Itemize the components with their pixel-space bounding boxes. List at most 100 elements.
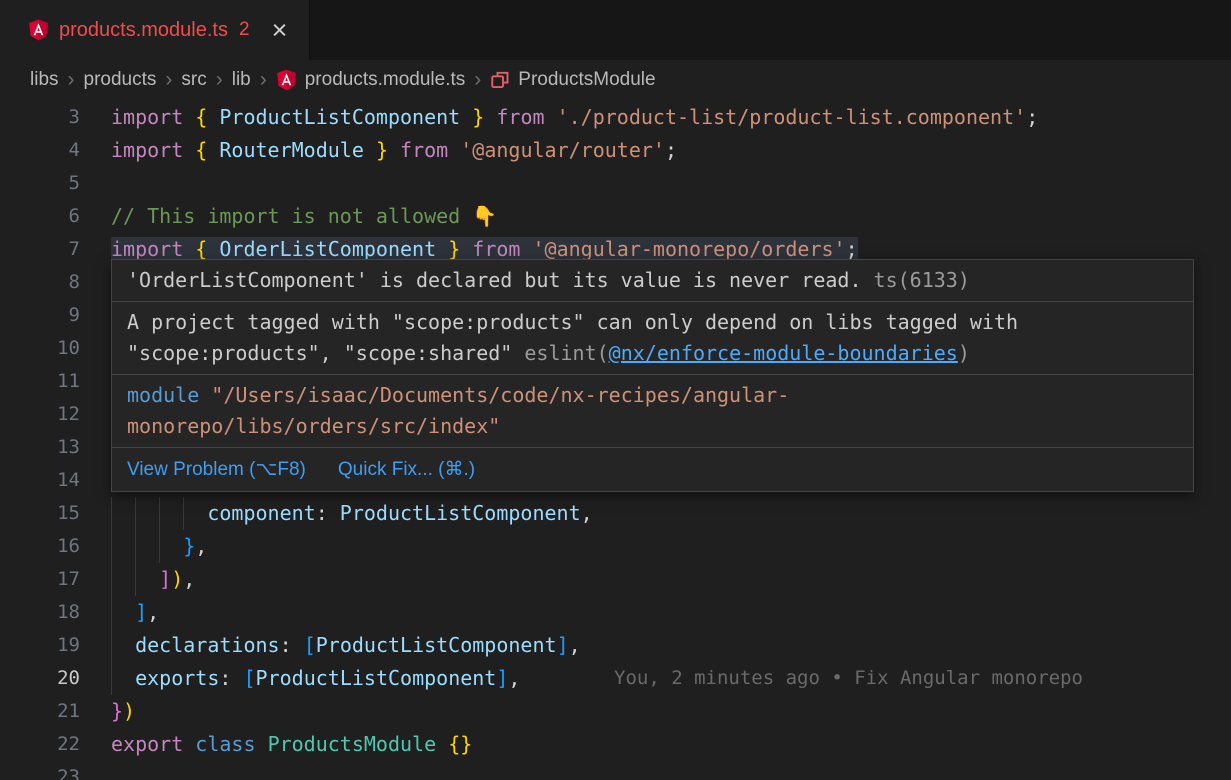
rule-link[interactable]: @nx/enforce-module-boundaries	[609, 341, 958, 365]
code-token: }	[472, 105, 484, 129]
code-content[interactable]: ],	[111, 596, 159, 629]
code-token: ]	[159, 567, 171, 591]
code-line: 6 // This import is not allowed 👇	[0, 200, 1231, 233]
code-token: ,	[569, 633, 581, 657]
line-number[interactable]: 12	[0, 398, 80, 431]
line-number[interactable]: 5	[0, 167, 80, 200]
line-number[interactable]: 6	[0, 200, 80, 233]
breadcrumb-label: products.module.ts	[305, 69, 466, 91]
breadcrumb-item-products-module-ts[interactable]: products.module.ts	[276, 69, 466, 91]
code-content[interactable]: component: ProductListComponent,	[111, 497, 593, 530]
indent-guide-icon	[111, 629, 112, 662]
code-line: 20 exports: [ProductListComponent],You, …	[0, 662, 1231, 695]
breadcrumb-item-src[interactable]: src	[181, 69, 206, 91]
line-number[interactable]: 23	[0, 761, 80, 780]
code-content[interactable]: import { ProductListComponent } from './…	[111, 101, 1038, 134]
line-number[interactable]: 18	[0, 596, 80, 629]
line-number[interactable]: 7	[0, 233, 80, 266]
line-number[interactable]: 10	[0, 332, 80, 365]
quick-fix-button[interactable]: Quick Fix... (⌘.)	[338, 458, 475, 481]
code-line: 17 ]),	[0, 563, 1231, 596]
code-token: ProductListComponent	[316, 633, 557, 657]
code-token: :	[219, 666, 243, 690]
code-line: 19 declarations: [ProductListComponent],	[0, 629, 1231, 662]
line-number[interactable]: 4	[0, 134, 80, 167]
git-blame-annotation: You, 2 minutes ago • Fix Angular monorep…	[614, 662, 1083, 695]
tab-title: products.module.ts	[59, 19, 228, 42]
breadcrumb-item-lib[interactable]: lib	[232, 69, 251, 91]
code-line: 15 component: ProductListComponent,	[0, 497, 1231, 530]
hover-sections: 'OrderListComponent' is declared but its…	[112, 260, 1193, 448]
breadcrumb-item-products[interactable]: products	[84, 69, 157, 91]
code-token	[111, 600, 135, 624]
code-content[interactable]: ]),	[111, 563, 195, 596]
code-line: 4 import { RouterModule } from '@angular/…	[0, 134, 1231, 167]
line-number[interactable]: 14	[0, 464, 80, 497]
code-content[interactable]: },	[111, 530, 207, 563]
line-number[interactable]: 22	[0, 728, 80, 761]
breadcrumb-label: ProductsModule	[518, 69, 655, 91]
code-token	[520, 237, 532, 261]
hover-text: )	[958, 341, 970, 365]
hover-tooltip: 'OrderListComponent' is declared but its…	[111, 259, 1194, 492]
line-number[interactable]: 9	[0, 299, 80, 332]
line-number[interactable]: 21	[0, 695, 80, 728]
error-squiggle: import { OrderListComponent } from '@ang…	[111, 237, 858, 261]
indent-guide-icon	[111, 497, 112, 530]
code-token: {	[195, 105, 207, 129]
breadcrumb-separator: ›	[474, 69, 481, 92]
code-content[interactable]: // This import is not allowed 👇	[111, 200, 497, 233]
line-number[interactable]: 11	[0, 365, 80, 398]
code-content[interactable]: declarations: [ProductListComponent],	[111, 629, 581, 662]
breadcrumb-item-productsmodule[interactable]: ProductsModule	[490, 69, 655, 91]
line-number[interactable]: 20	[0, 662, 80, 695]
code-token	[111, 666, 135, 690]
close-icon[interactable]: ×	[272, 20, 288, 40]
code-token: export	[111, 732, 183, 756]
angular-icon	[28, 19, 49, 41]
code-content[interactable]: exports: [ProductListComponent],You, 2 m…	[111, 662, 520, 695]
hover-text-line: monorepo/libs/orders/src/index"	[127, 411, 1178, 442]
code-token	[436, 237, 448, 261]
code-token	[436, 732, 448, 756]
code-token: class	[195, 732, 255, 756]
breadcrumb-item-libs[interactable]: libs	[30, 69, 59, 91]
hover-text: ts(6133)	[862, 268, 970, 292]
hover-text: monorepo/libs/orders/src/index"	[127, 414, 500, 438]
code-line: 21})	[0, 695, 1231, 728]
code-token: [	[243, 666, 255, 690]
indent-guide-icon	[135, 497, 136, 530]
code-token	[183, 138, 195, 162]
indent-guide-icon	[135, 563, 136, 596]
code-token: declarations	[135, 633, 280, 657]
indent-guide-icon	[111, 563, 112, 596]
code-token: }	[111, 699, 123, 723]
hover-section: 'OrderListComponent' is declared but its…	[112, 260, 1193, 302]
code-token	[460, 105, 472, 129]
view-problem-button[interactable]: View Problem (⌥F8)	[127, 458, 306, 481]
line-number[interactable]: 8	[0, 266, 80, 299]
code-content[interactable]: })	[111, 695, 135, 728]
hover-section: A project tagged with "scope:products" c…	[112, 302, 1193, 375]
line-number[interactable]: 13	[0, 431, 80, 464]
line-number[interactable]: 19	[0, 629, 80, 662]
angular-icon	[276, 69, 297, 91]
code-token: ;	[665, 138, 677, 162]
hover-text: "scope:products", "scope:shared"	[127, 341, 524, 365]
breadcrumb: libs›products›src›lib› products.module.t…	[0, 60, 1231, 100]
editor-tab[interactable]: products.module.ts 2 ×	[0, 0, 310, 60]
hover-text: "/Users/isaac/Documents/code/nx-recipes/…	[211, 383, 789, 407]
code-line: 5	[0, 167, 1231, 200]
hover-text: module	[127, 383, 199, 407]
hover-text-line: A project tagged with "scope:products" c…	[127, 307, 1178, 338]
code-token: ,	[183, 567, 195, 591]
code-token: )	[123, 699, 135, 723]
code-content[interactable]: import { RouterModule } from '@angular/r…	[111, 134, 677, 167]
line-number[interactable]: 3	[0, 101, 80, 134]
code-token: RouterModule	[219, 138, 364, 162]
line-number[interactable]: 15	[0, 497, 80, 530]
code-content[interactable]: export class ProductsModule {}	[111, 728, 472, 761]
code-token: {	[195, 138, 207, 162]
line-number[interactable]: 17	[0, 563, 80, 596]
line-number[interactable]: 16	[0, 530, 80, 563]
